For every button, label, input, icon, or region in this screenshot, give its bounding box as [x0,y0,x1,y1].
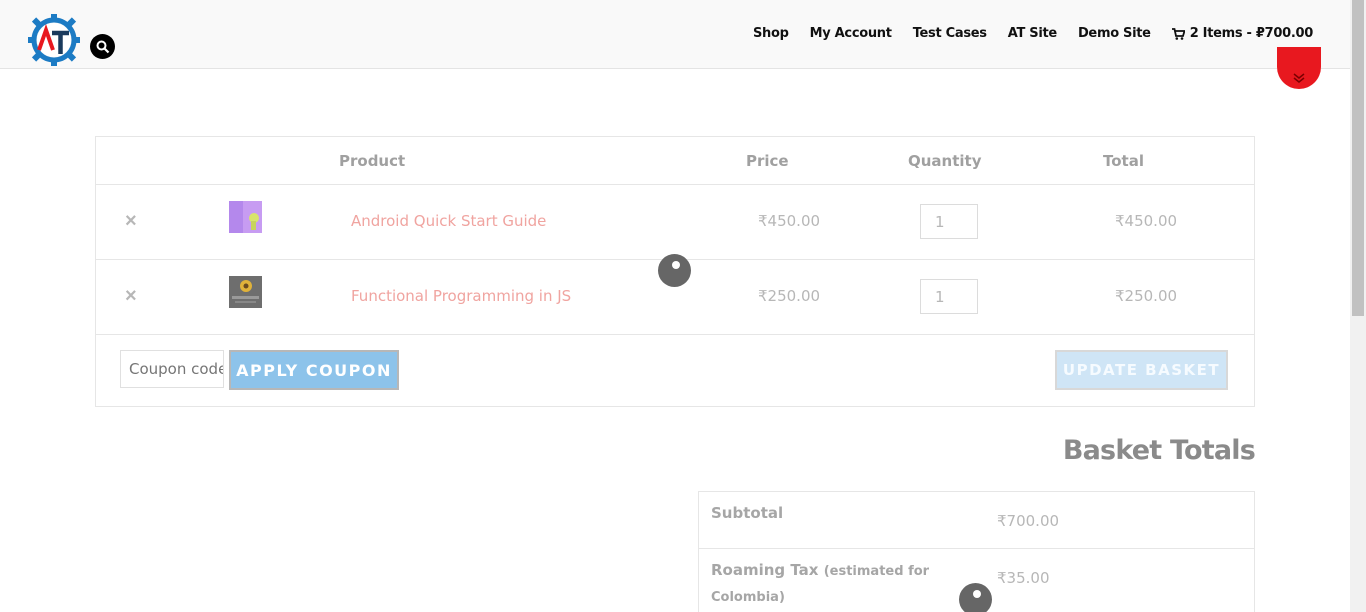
nav-shop[interactable]: Shop [753,26,789,41]
cart-row: × Android Quick Start Guide ₹450.00 ₹450… [96,185,1254,260]
cart-summary: 2 Items - ₽700.00 [1189,26,1314,41]
cart-table-header: Product Price Quantity Total [96,137,1254,185]
tax-value: ₹35.00 [997,569,1050,587]
nav-test-cases[interactable]: Test Cases [913,26,987,41]
main-nav: Shop My Account Test Cases AT Site Demo … [732,26,1313,41]
header-quantity: Quantity [908,152,982,170]
cart-actions: APPLY COUPON UPDATE BASKET [96,334,1254,407]
header-price: Price [746,152,789,170]
product-price: ₹250.00 [758,287,821,305]
tax-label-text: Roaming Tax [711,561,819,579]
basket-totals-heading: Basket Totals [1062,435,1256,466]
subtotal-row: Subtotal ₹700.00 [699,492,1254,549]
remove-item-button[interactable]: × [125,285,137,308]
product-price: ₹450.00 [758,212,821,230]
quantity-input[interactable] [920,204,978,239]
product-total: ₹450.00 [1115,212,1178,230]
cursor-indicator [658,254,691,287]
product-thumbnail[interactable] [229,201,262,233]
double-chevron-down-icon [1293,73,1305,83]
nav-at-site[interactable]: AT Site [1008,26,1058,41]
scrollbar-thumb[interactable] [1352,0,1364,316]
cursor-indicator [959,583,992,612]
nav-demo-site[interactable]: Demo Site [1078,26,1151,41]
nav-my-account[interactable]: My Account [810,26,892,41]
apply-coupon-button[interactable]: APPLY COUPON [229,350,399,390]
coupon-input[interactable] [120,350,224,388]
logo-icon[interactable] [28,14,80,66]
product-thumbnail[interactable] [229,276,262,308]
subtotal-label: Subtotal [711,504,784,522]
update-basket-button[interactable]: UPDATE BASKET [1055,350,1228,390]
product-total: ₹250.00 [1115,287,1178,305]
nav-cart[interactable]: 2 Items - ₽700.00 [1171,26,1314,41]
site-header: Shop My Account Test Cases AT Site Demo … [0,0,1350,69]
page: Shop My Account Test Cases AT Site Demo … [0,0,1366,612]
quantity-input[interactable] [920,279,978,314]
header-product: Product [339,152,406,170]
header-total: Total [1103,152,1144,170]
product-link[interactable]: Functional Programming in JS [351,287,571,305]
search-button[interactable] [90,34,115,59]
cart-icon [1171,27,1185,40]
tax-label: Roaming Tax (estimated for Colombia) [711,558,941,610]
subtotal-value: ₹700.00 [997,512,1060,530]
remove-item-button[interactable]: × [125,210,137,233]
scroll-toggle-button[interactable] [1277,47,1321,89]
scrollbar[interactable] [1350,0,1366,612]
search-icon [96,40,109,53]
product-link[interactable]: Android Quick Start Guide [351,212,546,230]
